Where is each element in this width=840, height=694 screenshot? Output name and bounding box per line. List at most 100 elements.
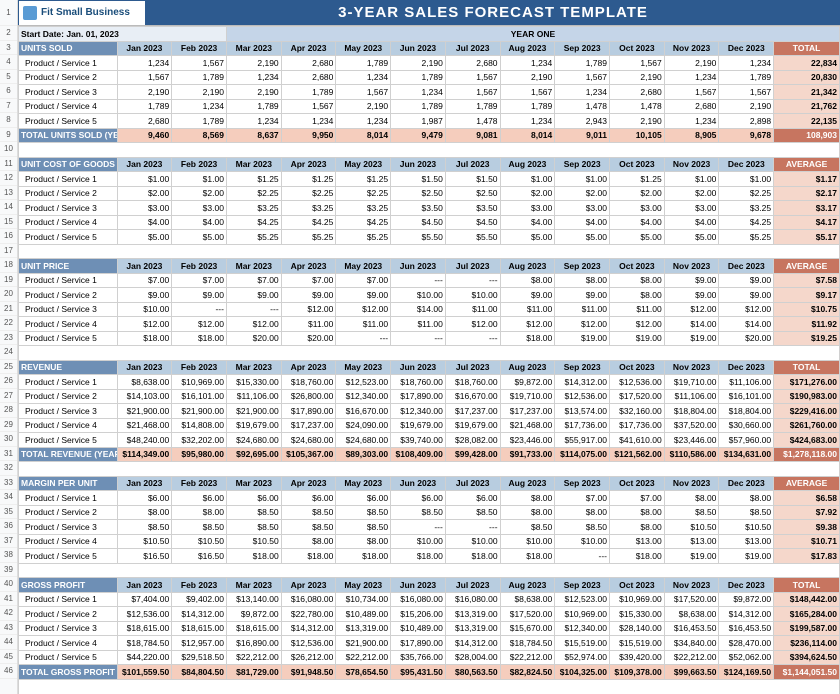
- data-cell[interactable]: $8.00: [609, 505, 664, 520]
- data-cell[interactable]: $3.00: [555, 201, 610, 216]
- data-cell[interactable]: 2,190: [117, 85, 172, 100]
- data-cell[interactable]: $14.00: [391, 302, 446, 317]
- data-cell[interactable]: $16,890.00: [226, 636, 281, 651]
- data-cell[interactable]: $16,101.00: [172, 389, 227, 404]
- data-cell[interactable]: $1.50: [391, 172, 446, 187]
- data-cell[interactable]: $2.00: [172, 186, 227, 201]
- data-cell[interactable]: $15,519.00: [609, 636, 664, 651]
- data-cell[interactable]: $9.00: [719, 288, 774, 303]
- data-cell[interactable]: ---: [226, 302, 281, 317]
- data-cell[interactable]: $39,420.00: [609, 650, 664, 665]
- data-cell[interactable]: 2,680: [609, 85, 664, 100]
- data-cell[interactable]: $32,160.00: [609, 404, 664, 419]
- data-cell[interactable]: $2.25: [281, 186, 336, 201]
- data-cell[interactable]: $15,206.00: [391, 607, 446, 622]
- data-cell[interactable]: $1.00: [664, 172, 719, 187]
- data-cell[interactable]: $12,523.00: [336, 375, 391, 390]
- data-cell[interactable]: $8.50: [226, 505, 281, 520]
- data-cell[interactable]: $4.25: [281, 215, 336, 230]
- data-cell[interactable]: $13,319.00: [445, 607, 500, 622]
- data-cell[interactable]: $35,766.00: [391, 650, 446, 665]
- data-cell[interactable]: $1.00: [172, 172, 227, 187]
- data-cell[interactable]: $8.00: [281, 534, 336, 549]
- data-cell[interactable]: $14,312.00: [445, 636, 500, 651]
- data-cell[interactable]: $19.00: [609, 331, 664, 346]
- data-cell[interactable]: $24,680.00: [226, 433, 281, 448]
- data-cell[interactable]: $2.00: [117, 186, 172, 201]
- data-cell[interactable]: $9,872.00: [500, 375, 555, 390]
- data-cell[interactable]: ---: [391, 273, 446, 288]
- data-cell[interactable]: $8.50: [336, 520, 391, 535]
- data-cell[interactable]: $20.00: [226, 331, 281, 346]
- data-cell[interactable]: $8.50: [719, 505, 774, 520]
- data-cell[interactable]: 1,478: [555, 99, 610, 114]
- data-cell[interactable]: $16,080.00: [445, 592, 500, 607]
- data-cell[interactable]: $12,340.00: [336, 389, 391, 404]
- data-cell[interactable]: 1,789: [445, 99, 500, 114]
- data-cell[interactable]: $28,140.00: [609, 621, 664, 636]
- data-cell[interactable]: $5.25: [336, 230, 391, 245]
- data-cell[interactable]: $11.00: [555, 302, 610, 317]
- data-cell[interactable]: $4.25: [226, 215, 281, 230]
- data-cell[interactable]: $6.00: [391, 491, 446, 506]
- data-cell[interactable]: $15,330.00: [609, 607, 664, 622]
- data-cell[interactable]: 1,567: [555, 70, 610, 85]
- data-cell[interactable]: $15,330.00: [226, 375, 281, 390]
- data-cell[interactable]: $7.00: [226, 273, 281, 288]
- data-cell[interactable]: $14,312.00: [555, 375, 610, 390]
- data-cell[interactable]: $12.00: [719, 302, 774, 317]
- data-cell[interactable]: $2.00: [609, 186, 664, 201]
- data-cell[interactable]: $7,404.00: [117, 592, 172, 607]
- data-cell[interactable]: $8.00: [500, 491, 555, 506]
- data-cell[interactable]: $21,468.00: [500, 418, 555, 433]
- data-cell[interactable]: $12,536.00: [609, 375, 664, 390]
- data-cell[interactable]: 1,478: [445, 114, 500, 129]
- data-cell[interactable]: $3.00: [664, 201, 719, 216]
- data-cell[interactable]: $6.00: [445, 491, 500, 506]
- data-cell[interactable]: $17,520.00: [609, 389, 664, 404]
- data-cell[interactable]: $8.00: [555, 505, 610, 520]
- data-cell[interactable]: $12.00: [226, 317, 281, 332]
- data-cell[interactable]: $5.00: [609, 230, 664, 245]
- data-cell[interactable]: 2,190: [609, 114, 664, 129]
- data-cell[interactable]: ---: [445, 520, 500, 535]
- data-cell[interactable]: $2.00: [500, 186, 555, 201]
- data-cell[interactable]: $12.00: [281, 302, 336, 317]
- data-cell[interactable]: $17,890.00: [391, 636, 446, 651]
- data-cell[interactable]: $9.00: [500, 288, 555, 303]
- data-cell[interactable]: $3.25: [719, 201, 774, 216]
- data-cell[interactable]: $17,890.00: [391, 389, 446, 404]
- data-cell[interactable]: 1,789: [172, 114, 227, 129]
- data-cell[interactable]: $18.00: [500, 549, 555, 564]
- data-cell[interactable]: $16,453.50: [664, 621, 719, 636]
- data-cell[interactable]: $11.00: [281, 317, 336, 332]
- data-cell[interactable]: $3.00: [117, 201, 172, 216]
- data-cell[interactable]: $17,520.00: [664, 592, 719, 607]
- data-cell[interactable]: $1.00: [555, 172, 610, 187]
- data-cell[interactable]: 2,680: [281, 56, 336, 71]
- data-cell[interactable]: $12.00: [664, 302, 719, 317]
- data-cell[interactable]: $23,446.00: [500, 433, 555, 448]
- data-cell[interactable]: $18,615.00: [117, 621, 172, 636]
- data-cell[interactable]: $9.00: [719, 273, 774, 288]
- data-cell[interactable]: $10.50: [719, 520, 774, 535]
- data-cell[interactable]: $10.00: [391, 534, 446, 549]
- data-cell[interactable]: $18,615.00: [226, 621, 281, 636]
- data-cell[interactable]: $8.00: [336, 534, 391, 549]
- data-cell[interactable]: $3.50: [391, 201, 446, 216]
- data-cell[interactable]: $7.00: [336, 273, 391, 288]
- data-cell[interactable]: 2,680: [281, 70, 336, 85]
- data-cell[interactable]: $4.00: [117, 215, 172, 230]
- data-cell[interactable]: $9.00: [664, 288, 719, 303]
- data-cell[interactable]: 1,567: [445, 85, 500, 100]
- data-cell[interactable]: $9.00: [117, 288, 172, 303]
- data-cell[interactable]: $12.00: [336, 302, 391, 317]
- data-cell[interactable]: 2,190: [172, 85, 227, 100]
- data-cell[interactable]: 2,898: [719, 114, 774, 129]
- data-cell[interactable]: $13,574.00: [555, 404, 610, 419]
- data-cell[interactable]: $16.50: [172, 549, 227, 564]
- data-cell[interactable]: $41,610.00: [609, 433, 664, 448]
- data-cell[interactable]: $2.50: [391, 186, 446, 201]
- data-cell[interactable]: $2.25: [226, 186, 281, 201]
- data-cell[interactable]: $5.00: [555, 230, 610, 245]
